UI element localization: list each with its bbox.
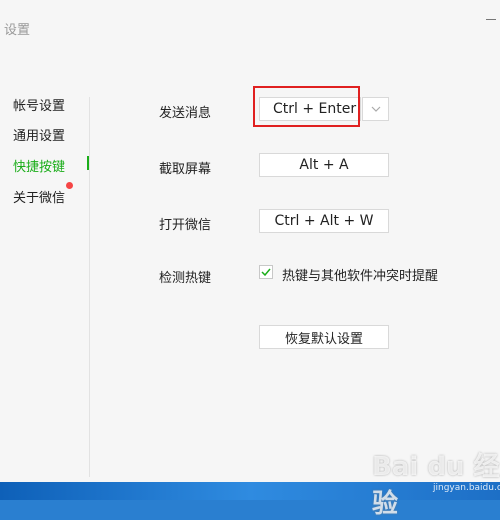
open-wechat-key-field[interactable]: Ctrl + Alt + W bbox=[259, 209, 389, 233]
open-wechat-label: 打开微信 bbox=[159, 218, 212, 233]
minimize-button[interactable] bbox=[486, 19, 496, 20]
reset-defaults-button[interactable]: 恢复默认设置 bbox=[259, 325, 389, 349]
chevron-down-icon bbox=[371, 106, 380, 112]
sidebar-item-general[interactable]: 通用设置 bbox=[13, 125, 65, 144]
watermark-url: jingyan.baidu.com bbox=[433, 483, 500, 493]
detect-hotkey-checkbox[interactable] bbox=[259, 265, 273, 279]
sidebar-divider bbox=[89, 97, 90, 477]
window-title: 设置 bbox=[4, 23, 31, 38]
send-message-label: 发送消息 bbox=[159, 106, 212, 121]
detect-hotkey-checkbox-label[interactable]: 热键与其他软件冲突时提醒 bbox=[282, 265, 438, 284]
detect-hotkey-label: 检测热键 bbox=[159, 271, 212, 286]
send-message-dropdown-button[interactable] bbox=[362, 97, 389, 121]
highlight-annotation bbox=[253, 86, 360, 127]
screenshot-label: 截取屏幕 bbox=[159, 162, 212, 177]
sidebar-item-shortcuts[interactable]: 快捷按键 bbox=[13, 156, 65, 175]
sidebar-item-account[interactable]: 帐号设置 bbox=[13, 95, 65, 114]
sidebar-item-about[interactable]: 关于微信 bbox=[13, 187, 65, 206]
settings-window: 设置 帐号设置 通用设置 快捷按键 关于微信 发送消息 Ctrl + Enter… bbox=[0, 0, 500, 482]
checkmark-icon bbox=[261, 268, 271, 276]
screenshot-key-field[interactable]: Alt + A bbox=[259, 153, 389, 177]
notification-badge bbox=[66, 182, 73, 189]
